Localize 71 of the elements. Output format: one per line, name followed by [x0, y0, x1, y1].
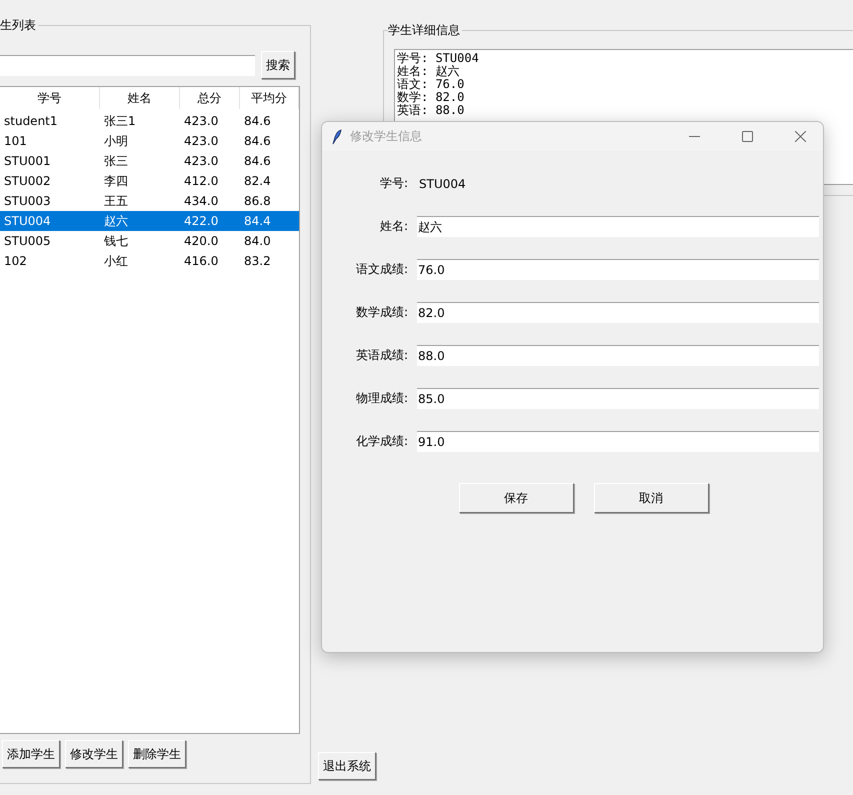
table-cell-text: STU004 [3, 214, 52, 228]
table-cell-text: 84.0 [243, 234, 272, 248]
table-cell-text: 83.2 [243, 254, 272, 268]
table-cell-text: 84.6 [243, 114, 272, 128]
table-cell-text: 82.4 [243, 174, 272, 188]
detail-line: 学号: STU004 [397, 52, 480, 65]
table-row[interactable]: STU002 李四 412.0 82.4 [0, 171, 299, 191]
frame-title: 生列表 [0, 18, 38, 32]
table-cell-text: 84.6 [243, 134, 272, 148]
table-cell-text: 张三 [103, 152, 129, 170]
table-cell-text: 钱七 [103, 232, 129, 250]
table-cell-text: 84.4 [243, 214, 272, 228]
input-field[interactable]: 85.0 [417, 388, 819, 409]
input-field[interactable]: 赵六 [417, 216, 819, 237]
table-cell-text: 420.0 [183, 234, 220, 248]
field-label: 化学成绩: [354, 433, 408, 450]
table-cell-text: STU005 [3, 234, 52, 248]
table-cell-text: 101 [3, 134, 28, 148]
table-cell-text: 张三1 [103, 112, 137, 130]
table-row[interactable]: student1 张三1 423.0 84.6 [0, 111, 299, 131]
table-cell-text: 423.0 [183, 134, 220, 148]
table-cell-text: 422.0 [183, 214, 220, 228]
table-row[interactable]: STU004 赵六 422.0 84.4 [0, 211, 299, 231]
action-button[interactable]: 添加学生 [2, 740, 60, 768]
field-label: 学号: [378, 175, 408, 192]
action-button[interactable]: 修改学生 [65, 740, 123, 768]
table-row[interactable]: 102 小红 416.0 83.2 [0, 251, 299, 271]
field-label: 语文成绩: [354, 261, 408, 278]
input-field[interactable]: 91.0 [417, 431, 819, 452]
table-row[interactable]: STU001 张三 423.0 84.6 [0, 151, 299, 171]
table-cell-text: 王五 [103, 192, 129, 210]
detail-line: 姓名: 赵六 [397, 65, 460, 78]
detail-line: 英语: 88.0 [397, 104, 466, 117]
input-field[interactable]: 88.0 [417, 345, 819, 366]
detail-line: 语文: 76.0 [397, 78, 466, 91]
table-cell-text: 416.0 [183, 254, 220, 268]
table-cell-text: 小明 [103, 132, 129, 150]
table-cell-text: student1 [3, 114, 59, 128]
action-button[interactable]: 删除学生 [128, 740, 186, 768]
field-label: 姓名: [378, 218, 408, 235]
table-cell-text: 423.0 [183, 154, 220, 168]
table-row[interactable]: 101 小明 423.0 84.6 [0, 131, 299, 151]
table-cell-text: STU003 [3, 194, 52, 208]
input-field[interactable]: 82.0 [417, 302, 819, 323]
table-cell-text: 84.6 [243, 154, 272, 168]
table-cell-text: 小红 [103, 252, 129, 270]
field-label: 英语成绩: [354, 347, 408, 364]
table-cell-text: STU002 [3, 174, 52, 188]
exit-button[interactable]: 退出系统 [318, 752, 376, 780]
field-label: 物理成绩: [354, 390, 408, 407]
detail-line: 数学: 82.0 [397, 91, 466, 104]
search-field[interactable] [0, 54, 255, 76]
dialog-button[interactable]: 保存 [458, 483, 574, 513]
table-cell-text: 李四 [103, 172, 129, 190]
table-cell-text: 423.0 [183, 114, 220, 128]
table-row[interactable]: STU003 王五 434.0 86.8 [0, 191, 299, 211]
table-cell-text: 102 [3, 254, 28, 268]
table-cell-text: 434.0 [183, 194, 220, 208]
dialog-button[interactable]: 取消 [594, 483, 708, 513]
table-cell-text: 86.8 [243, 194, 272, 208]
frame-title: 学生详细信息 [388, 23, 462, 37]
input-field[interactable]: 76.0 [417, 259, 819, 280]
table-cell-text: 赵六 [103, 212, 129, 230]
field-label: 数学成绩: [354, 304, 408, 321]
feather-icon [332, 128, 342, 144]
table-cell-text: STU001 [3, 154, 52, 168]
search-button[interactable]: 搜索 [261, 51, 295, 79]
table-cell-text: 412.0 [183, 174, 220, 188]
dialog-title: 修改学生信息 [350, 128, 423, 145]
table-row[interactable]: STU005 钱七 420.0 84.0 [0, 231, 299, 251]
field-value: STU004 [418, 176, 467, 190]
